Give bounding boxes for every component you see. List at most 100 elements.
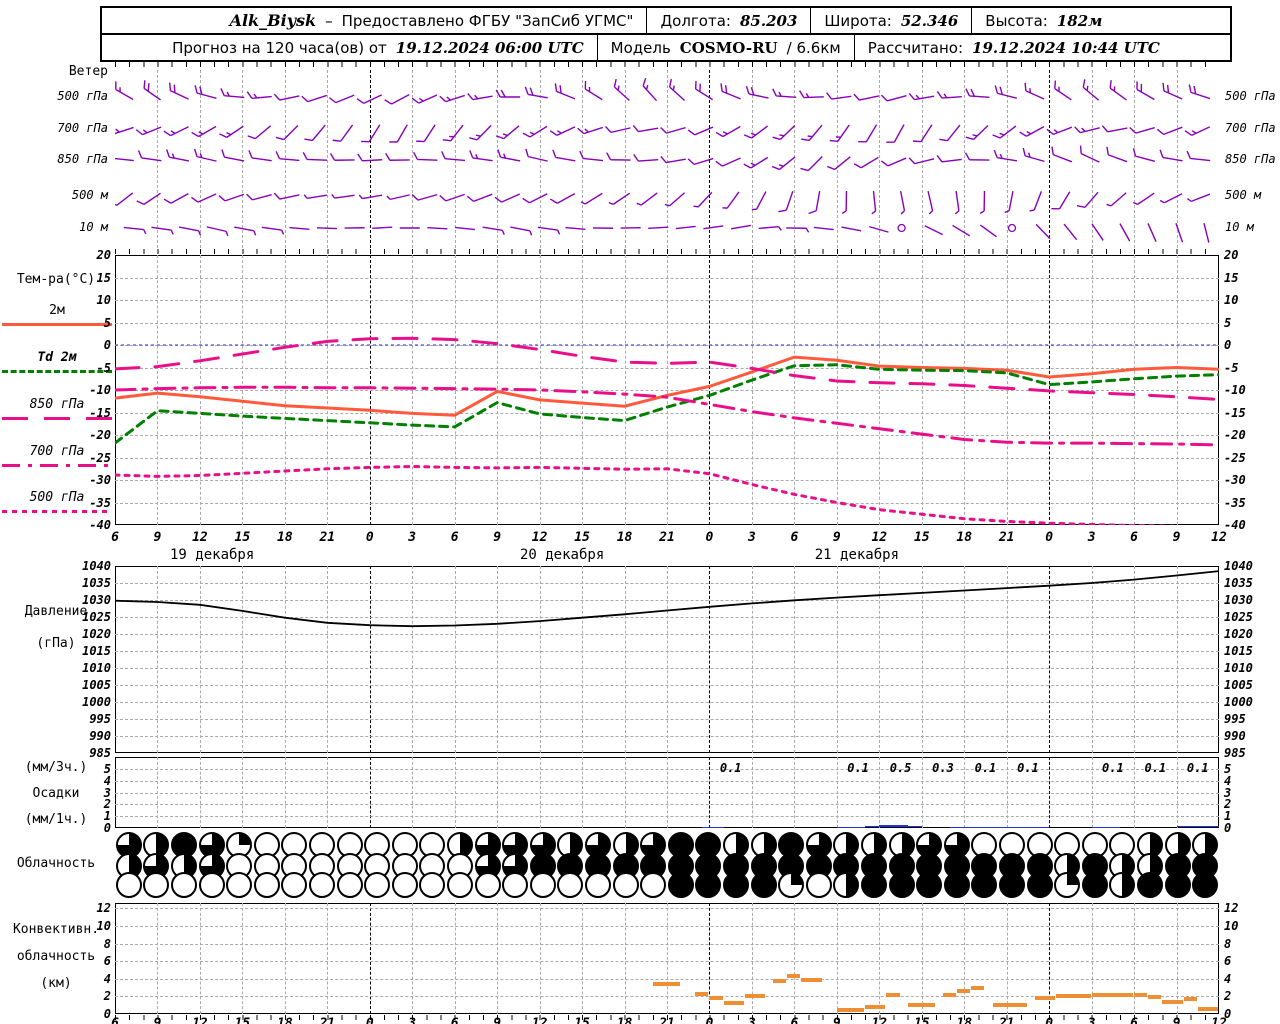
wind-barb-icon — [979, 190, 986, 215]
wind-barb-glyph — [469, 124, 492, 141]
altitude-value: 182м — [1056, 11, 1103, 30]
wind-barb-icon — [1186, 150, 1211, 162]
wind-barb-icon — [841, 226, 862, 232]
wind-barb-glyph — [385, 152, 410, 161]
temp-ytick-left: 0 — [103, 338, 111, 352]
hour-label-top: 6 — [1130, 530, 1138, 545]
cloudiness-title: Облачность — [16, 856, 96, 871]
precip-3h-value: 0.1 — [1186, 761, 1209, 775]
wind-barb-icon — [899, 190, 906, 215]
hour-label-top: 15 — [913, 530, 930, 545]
wind-barb-icon — [772, 125, 796, 141]
wind-barb-glyph — [613, 78, 630, 101]
wind-barb-glyph — [1106, 146, 1128, 163]
wind-barb-glyph — [246, 193, 272, 201]
wind-barb-glyph — [1132, 192, 1155, 206]
wind-barb-glyph — [758, 225, 782, 231]
cloud-cover-icon — [226, 872, 253, 898]
pressure-ytick-right: 1000 — [1224, 695, 1253, 709]
wind-barb-icon — [1203, 222, 1210, 243]
wind-barb-icon — [1188, 84, 1211, 100]
pressure-ytick-left: 990 — [89, 729, 111, 743]
wind-barb-icon — [525, 148, 548, 162]
wind-barb-icon — [939, 124, 961, 142]
wind-barb-icon — [580, 192, 603, 205]
hour-label-top: 3 — [1087, 530, 1096, 545]
wind-barb-icon — [829, 124, 850, 142]
wind-barb-icon — [751, 191, 767, 211]
wind-barb-glyph — [525, 148, 548, 162]
wind-barb-icon — [549, 126, 576, 136]
wind-barb-glyph — [206, 226, 229, 237]
header-separator — [971, 8, 973, 33]
wind-barb-glyph — [965, 125, 989, 141]
wind-barb-glyph — [1063, 223, 1078, 241]
cloud-cover-icon — [1054, 872, 1081, 898]
model-label: Модель — [610, 38, 671, 57]
wind-barb-glyph — [829, 124, 850, 142]
wind-barb-glyph — [1106, 192, 1127, 207]
wind-barb-glyph — [580, 192, 603, 205]
wind-barb-glyph — [1129, 126, 1155, 134]
wind-barb-icon — [248, 150, 272, 162]
wind-barb-icon — [467, 92, 493, 101]
wind-barb-glyph — [579, 150, 604, 162]
wind-barb-glyph — [606, 152, 631, 161]
wind-barb-icon — [1106, 192, 1127, 207]
temperature-svg — [115, 336, 1219, 525]
wind-barb-icon — [169, 82, 189, 100]
temp-ytick-right: -35 — [1224, 495, 1246, 510]
wind-barb-icon — [1106, 146, 1128, 163]
conv-ytick-left: 8 — [103, 936, 111, 951]
provider-text: Предоставлено ФГБУ "ЗапСиб УГМС" — [341, 11, 634, 30]
wind-barb-icon — [1022, 147, 1045, 163]
wind-barb-icon — [813, 226, 834, 231]
wind-barb-icon — [389, 124, 408, 143]
wind-barb-icon — [135, 126, 162, 136]
wind-barb-icon — [356, 94, 383, 104]
wind-barb-icon — [1136, 81, 1155, 101]
conv-ytick-left: 10 — [96, 918, 111, 933]
wind-barb-icon — [924, 225, 943, 236]
convective-cloud-bar — [1056, 994, 1091, 999]
wind-barb-icon — [163, 126, 189, 137]
hour-label-top: 9 — [1172, 530, 1181, 545]
temp-ytick-left: 20 — [96, 248, 111, 262]
wind-barb-icon — [136, 192, 161, 206]
wind-barb-icon — [743, 125, 769, 139]
wind-barb-glyph — [289, 226, 310, 231]
wind-barb-icon — [289, 226, 310, 231]
wind-barb-glyph — [772, 88, 797, 99]
wind-barb-glyph — [169, 82, 189, 100]
wind-barb-glyph — [469, 150, 493, 162]
cloud-cover-icon — [557, 872, 584, 898]
convective-cloud-bar — [787, 974, 801, 979]
wind-barb-icon — [273, 192, 300, 200]
wind-barb-glyph — [993, 149, 1018, 162]
forecast-start-time: 19.12.2024 06:00 UTC — [395, 38, 584, 57]
wind-barb-icon — [632, 124, 659, 133]
wind-barb-icon — [722, 191, 740, 209]
wind-barb-icon — [273, 93, 300, 101]
pressure-ytick-left: 1015 — [82, 644, 111, 658]
wind-barb-icon — [693, 191, 713, 208]
wind-barb-glyph — [1119, 223, 1131, 242]
longitude-value: 85.203 — [739, 11, 798, 30]
wind-barb-icon — [275, 151, 300, 162]
wind-barb-icon — [332, 124, 354, 142]
wind-barb-glyph — [303, 194, 328, 200]
wind-barb-icon — [427, 227, 448, 230]
wind-barb-glyph — [190, 193, 217, 203]
wind-barb-icon — [858, 124, 878, 143]
pressure-ytick-right: 995 — [1224, 712, 1246, 726]
calc-label: Рассчитано: — [867, 38, 964, 57]
wind-barb-glyph — [386, 194, 410, 201]
hour-label-top: 6 — [111, 530, 119, 545]
wind-barb-glyph — [1051, 146, 1073, 163]
conv-ytick-right: 8 — [1224, 936, 1232, 951]
precip-3h-value: 0.1 — [1102, 761, 1124, 775]
conv-ytick-left: 2 — [103, 989, 111, 1004]
wind-barb-icon — [648, 226, 669, 229]
wind-barb-glyph — [939, 124, 961, 142]
wind-barb-glyph — [219, 125, 244, 139]
